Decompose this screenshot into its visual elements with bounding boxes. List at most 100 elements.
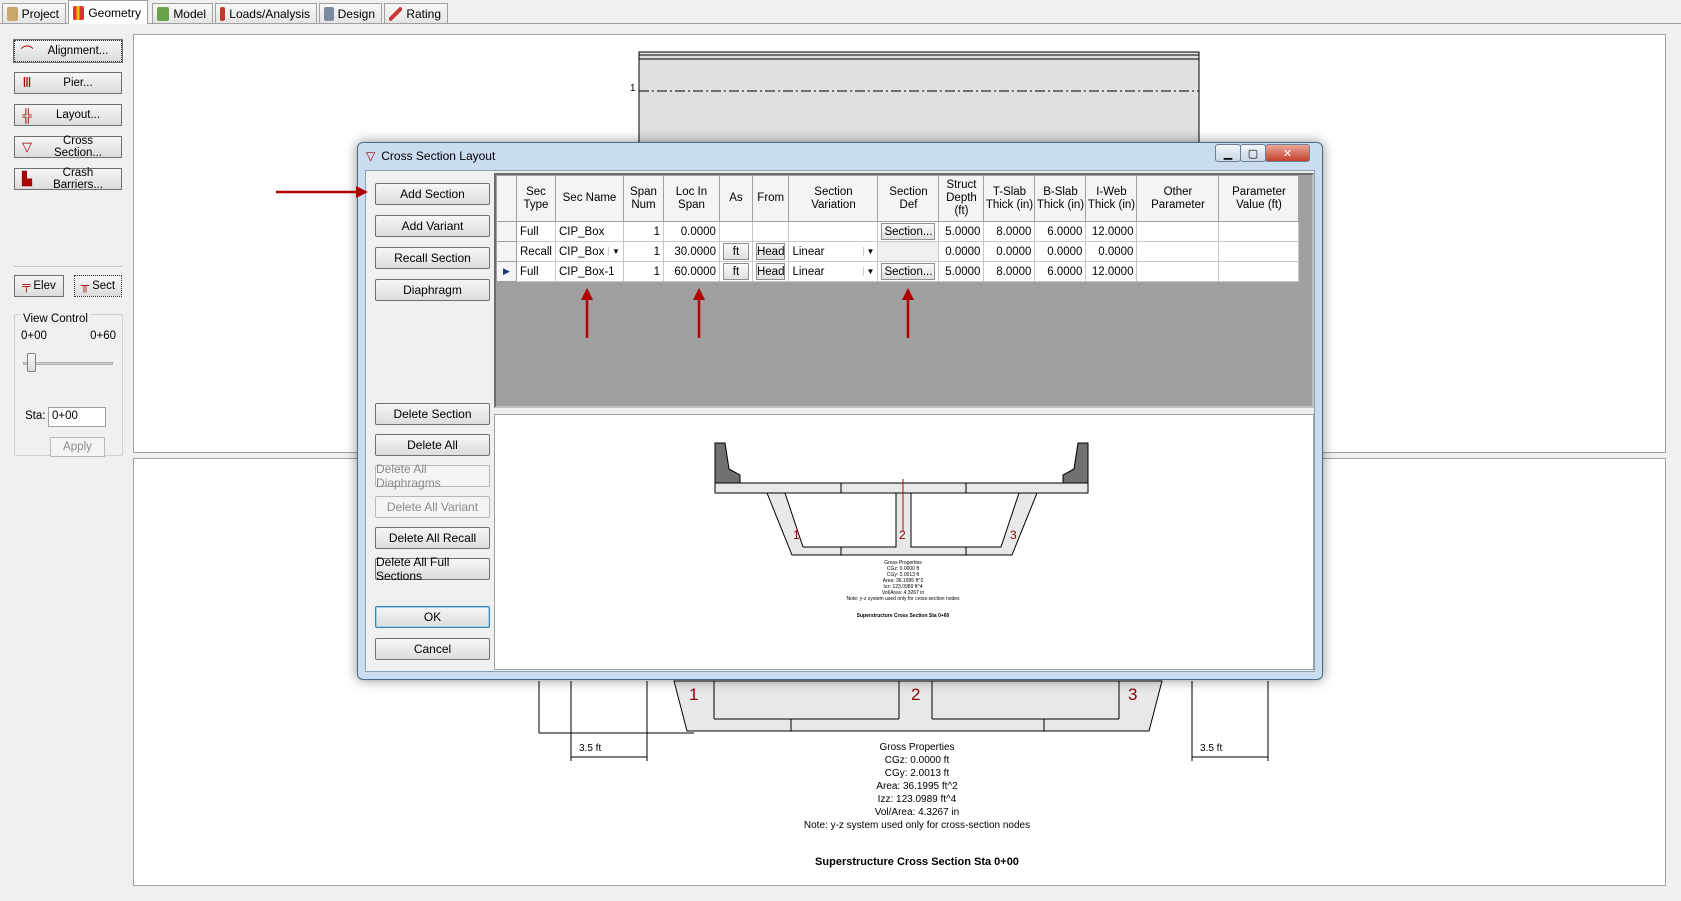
crash-barriers-button[interactable]: ▙ Crash Barriers... (14, 167, 122, 191)
cell-loc-in-span[interactable]: 60.0000 (662, 261, 720, 282)
minimize-button[interactable]: ▁ (1215, 144, 1241, 162)
col-other-parameter[interactable]: Other Parameter (1136, 175, 1220, 222)
cell-sec-name[interactable]: CIP_Box-1 (554, 261, 624, 282)
row-header[interactable] (496, 221, 517, 242)
cancel-button[interactable]: Cancel (375, 638, 490, 660)
cell-struct-depth[interactable]: 0.0000 (938, 241, 985, 262)
cell-t-slab[interactable]: 0.0000 (983, 241, 1036, 262)
from-button[interactable]: Head (755, 243, 786, 260)
cell-other-parameter[interactable] (1136, 261, 1220, 282)
tab-model[interactable]: Model (152, 3, 213, 24)
cell-i-web[interactable]: 12.0000 (1085, 261, 1138, 282)
elev-button[interactable]: ╤ Elev (14, 275, 64, 297)
dropdown-arrow-icon[interactable]: ▼ (862, 247, 874, 256)
cell-section-variation[interactable] (788, 221, 879, 242)
col-b-slab-thick[interactable]: B-Slab Thick (in) (1034, 175, 1087, 222)
cell-section-variation[interactable]: Linear ▼ (788, 241, 879, 262)
layout-button[interactable]: ╬ Layout... (14, 104, 122, 126)
row-header[interactable]: ▶ (496, 261, 517, 282)
cell-other-parameter[interactable] (1136, 221, 1220, 242)
alignment-button[interactable]: ⌒ Alignment... (13, 39, 123, 63)
cell-loc-in-span[interactable]: 30.0000 (662, 241, 720, 262)
sect-button[interactable]: ╥ Sect (74, 275, 122, 297)
col-parameter-value[interactable]: Parameter Value (ft) (1218, 175, 1300, 222)
col-t-slab-thick[interactable]: T-Slab Thick (in) (983, 175, 1036, 222)
cell-struct-depth[interactable]: 5.0000 (938, 221, 985, 242)
layout-icon: ╬ (22, 107, 32, 123)
cell-span-num[interactable]: 1 (622, 261, 664, 282)
col-as[interactable]: As (718, 175, 753, 222)
tab-design[interactable]: Design (319, 3, 382, 24)
delete-all-variant-button[interactable]: Delete All Variant (375, 496, 490, 518)
col-from[interactable]: From (751, 175, 790, 222)
cell-other-parameter[interactable] (1136, 241, 1220, 262)
cell-loc-in-span[interactable]: 0.0000 (662, 221, 720, 242)
maximize-button[interactable]: ▢ (1240, 144, 1266, 162)
cell-sec-type[interactable]: Full (516, 221, 556, 242)
cell-span-num[interactable]: 1 (622, 221, 664, 242)
tab-rating[interactable]: Rating (384, 3, 448, 24)
col-loc-in-span[interactable]: Loc In Span (662, 175, 720, 222)
tab-geometry[interactable]: Geometry (68, 0, 148, 24)
cell-from[interactable] (751, 221, 790, 242)
delete-all-diaphragms-button[interactable]: Delete All Diaphragms (375, 462, 490, 490)
close-button[interactable]: ✕ (1265, 144, 1310, 162)
cell-parameter-value[interactable] (1218, 241, 1300, 262)
cell-parameter-value[interactable] (1218, 221, 1300, 242)
col-span-num[interactable]: Span Num (622, 175, 664, 222)
as-unit-button[interactable]: ft (722, 243, 749, 260)
cell-i-web[interactable]: 12.0000 (1085, 221, 1138, 242)
station-input[interactable]: 0+00 (48, 407, 106, 427)
cell-t-slab[interactable]: 8.0000 (983, 221, 1036, 242)
diaphragm-button[interactable]: Diaphragm (375, 279, 490, 301)
ok-button[interactable]: OK (375, 606, 490, 628)
cell-b-slab[interactable]: 0.0000 (1034, 241, 1087, 262)
cell-parameter-value[interactable] (1218, 261, 1300, 282)
cell-as[interactable] (718, 221, 753, 242)
cell-t-slab[interactable]: 8.0000 (983, 261, 1036, 282)
section-preview[interactable]: 1 2 3 Gross Properties CGz: 0.0000 ft CG… (494, 414, 1314, 670)
station-slider-thumb[interactable] (27, 353, 36, 372)
cross-section-button[interactable]: ▽ Cross Section... (14, 135, 122, 159)
delete-all-recall-button[interactable]: Delete All Recall (375, 527, 490, 549)
section-def-button[interactable]: Section... (881, 263, 936, 280)
as-unit-button[interactable]: ft (722, 263, 749, 280)
cell-sec-type[interactable]: Full (516, 261, 556, 282)
from-button[interactable]: Head (755, 263, 786, 280)
pier-button[interactable]: Ⅲ Pier... (14, 72, 122, 94)
col-i-web-thick[interactable]: I-Web Thick (in) (1085, 175, 1138, 222)
dropdown-arrow-icon[interactable]: ▼ (608, 247, 620, 256)
dialog-title-bar: ▽ Cross Section Layout (366, 149, 495, 163)
tab-project[interactable]: Project (2, 3, 66, 24)
cell-sec-name[interactable]: CIP_Box ▼ (554, 241, 624, 262)
col-section-def[interactable]: Section Def (877, 175, 940, 222)
apply-button[interactable]: Apply (50, 437, 105, 457)
cell-sec-name[interactable]: CIP_Box (554, 221, 624, 242)
col-section-variation[interactable]: Section Variation (788, 175, 879, 222)
add-section-button[interactable]: Add Section (375, 183, 490, 205)
dropdown-arrow-icon[interactable]: ▼ (862, 267, 874, 276)
table-row[interactable]: ▶ Full CIP_Box-1 1 60.0000 ft Head Linea… (496, 261, 1300, 282)
col-sec-name[interactable]: Sec Name (554, 175, 624, 222)
cell-struct-depth[interactable]: 5.0000 (938, 261, 985, 282)
cell-span-num[interactable]: 1 (622, 241, 664, 262)
row-header[interactable] (496, 241, 517, 262)
cell-b-slab[interactable]: 6.0000 (1034, 261, 1087, 282)
recall-section-button[interactable]: Recall Section (375, 247, 490, 269)
col-struct-depth[interactable]: Struct Depth (ft) (938, 175, 985, 222)
delete-section-button[interactable]: Delete Section (375, 403, 490, 425)
tab-loads-analysis[interactable]: Loads/Analysis (215, 3, 317, 24)
delete-all-button[interactable]: Delete All (375, 434, 490, 456)
table-row[interactable]: Full CIP_Box 1 0.0000 Section... 5.0000 … (496, 221, 1300, 242)
sec-name-value: CIP_Box (558, 245, 605, 258)
cell-section-variation[interactable]: Linear ▼ (788, 261, 879, 282)
add-variant-button[interactable]: Add Variant (375, 215, 490, 237)
cell-i-web[interactable]: 0.0000 (1085, 241, 1138, 262)
table-row[interactable]: Recall CIP_Box ▼ 1 30.0000 ft Head Linear… (496, 241, 1300, 262)
station-slider-track[interactable] (23, 362, 113, 365)
section-def-button[interactable]: Section... (881, 223, 936, 240)
col-sec-type[interactable]: Sec Type (516, 175, 556, 222)
cell-b-slab[interactable]: 6.0000 (1034, 221, 1087, 242)
cell-sec-type[interactable]: Recall (516, 241, 556, 262)
delete-all-full-sections-button[interactable]: Delete All Full Sections (375, 555, 490, 583)
